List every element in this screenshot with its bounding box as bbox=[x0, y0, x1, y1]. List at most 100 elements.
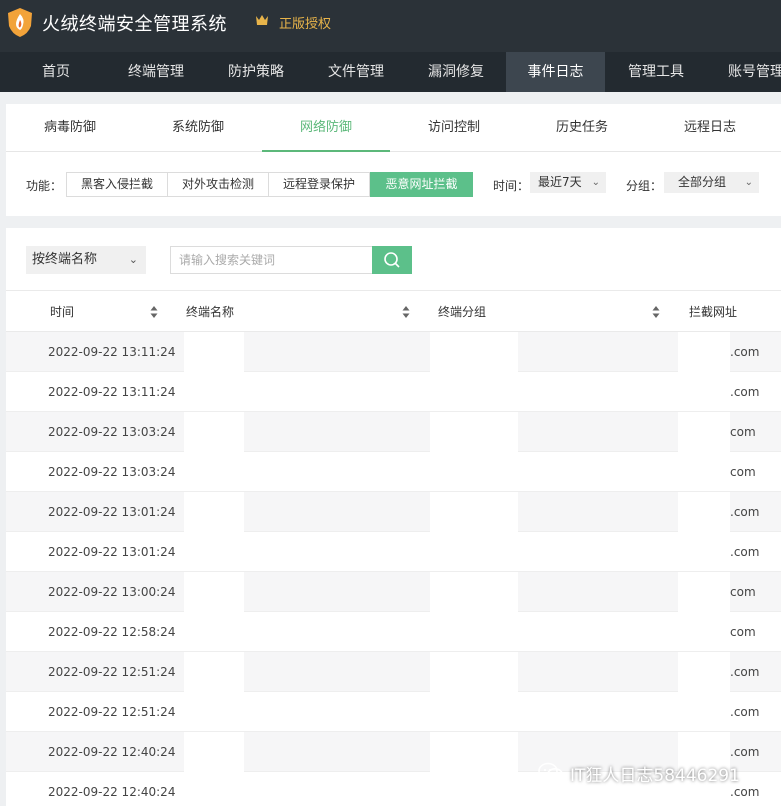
cell-time: 2022-09-22 12:58:24 bbox=[48, 625, 176, 639]
table-row[interactable]: 2022-09-22 13:00:24 com bbox=[6, 572, 781, 612]
redacted-block bbox=[184, 332, 244, 372]
cell-time: 2022-09-22 13:11:24 bbox=[48, 345, 176, 359]
filter-malicious-url-button[interactable]: 恶意网址拦截 bbox=[370, 172, 473, 197]
nav-item-file-management[interactable]: 文件管理 bbox=[312, 52, 400, 92]
crown-icon bbox=[256, 15, 268, 25]
cell-time: 2022-09-22 12:51:24 bbox=[48, 665, 176, 679]
cell-url[interactable]: .com bbox=[730, 692, 759, 732]
app-title: 火绒终端安全管理系统 bbox=[42, 14, 227, 35]
flame-shield-icon bbox=[8, 8, 32, 37]
nav-item-vulnerability-repair[interactable]: 漏洞修复 bbox=[412, 52, 500, 92]
redacted-block bbox=[430, 412, 518, 452]
tab-remote-log[interactable]: 远程日志 bbox=[646, 104, 774, 152]
redacted-block bbox=[184, 412, 244, 452]
tab-access-control[interactable]: 访问控制 bbox=[390, 104, 518, 152]
table-row[interactable]: 2022-09-22 13:11:24 .com bbox=[6, 332, 781, 372]
search-scope-select[interactable]: 按终端名称 ⌄ bbox=[26, 246, 146, 274]
filter-remote-login-button[interactable]: 远程登录保护 bbox=[268, 172, 370, 197]
wechat-icon bbox=[538, 762, 564, 782]
table-row[interactable]: 2022-09-22 12:58:24 com bbox=[6, 612, 781, 652]
group-select[interactable]: 全部分组 ⌄ bbox=[664, 172, 759, 193]
cell-time: 2022-09-22 12:40:24 bbox=[48, 745, 176, 759]
group-label: 分组： bbox=[626, 179, 663, 193]
main-nav: 首页 终端管理 防护策略 文件管理 漏洞修复 事件日志 管理工具 账号管理 bbox=[0, 52, 781, 92]
redacted-block bbox=[430, 572, 518, 612]
log-table-panel: 按终端名称 ⌄ 时间 终端名称 终端分组 拦截网址 2022-09-22 13:… bbox=[6, 228, 781, 806]
search-input[interactable] bbox=[170, 246, 373, 274]
tab-history-tasks[interactable]: 历史任务 bbox=[518, 104, 646, 152]
cell-url[interactable]: .com bbox=[730, 492, 759, 532]
redacted-block bbox=[678, 492, 730, 532]
cell-url[interactable]: com bbox=[730, 612, 756, 652]
time-range-select[interactable]: 最近7天 ⌄ bbox=[530, 172, 606, 193]
cell-time: 2022-09-22 13:00:24 bbox=[48, 585, 176, 599]
cell-url[interactable]: .com bbox=[730, 652, 759, 692]
license-badge[interactable]: 正版授权 bbox=[279, 13, 331, 32]
filter-hacker-intrusion-button[interactable]: 黑客入侵拦截 bbox=[66, 172, 168, 197]
table-row[interactable]: 2022-09-22 13:01:24 .com bbox=[6, 492, 781, 532]
sort-icon[interactable] bbox=[402, 305, 410, 319]
cell-time: 2022-09-22 13:11:24 bbox=[48, 385, 176, 399]
cell-time: 2022-09-22 13:01:24 bbox=[48, 505, 176, 519]
cell-url[interactable]: .com bbox=[730, 332, 759, 372]
search-button[interactable] bbox=[372, 246, 412, 274]
redacted-block bbox=[678, 412, 730, 452]
cell-time: 2022-09-22 13:03:24 bbox=[48, 465, 176, 479]
tab-system-defense[interactable]: 系统防御 bbox=[134, 104, 262, 152]
redacted-block bbox=[430, 332, 518, 372]
table-row[interactable]: 2022-09-22 13:03:24 com bbox=[6, 452, 781, 492]
column-header-time[interactable]: 时间 bbox=[50, 291, 74, 333]
redacted-block bbox=[184, 492, 244, 532]
table-row[interactable]: 2022-09-22 12:51:24 .com bbox=[6, 692, 781, 732]
redacted-block bbox=[430, 652, 518, 692]
time-label: 时间： bbox=[493, 179, 530, 193]
redacted-block bbox=[430, 492, 518, 532]
nav-item-event-log[interactable]: 事件日志 bbox=[506, 52, 605, 92]
cell-url[interactable]: .com bbox=[730, 372, 759, 412]
column-header-terminal-name[interactable]: 终端名称 bbox=[186, 291, 234, 333]
nav-item-protection-policy[interactable]: 防护策略 bbox=[212, 52, 300, 92]
redacted-block bbox=[678, 652, 730, 692]
redacted-block bbox=[184, 732, 244, 772]
nav-item-account-management[interactable]: 账号管理 bbox=[712, 52, 781, 92]
column-header-blocked-url[interactable]: 拦截网址 bbox=[689, 291, 737, 333]
cell-url[interactable]: com bbox=[730, 572, 756, 612]
time-range-value: 最近7天 bbox=[538, 175, 582, 189]
table-body: 2022-09-22 13:11:24 .com 2022-09-22 13:11… bbox=[6, 332, 781, 806]
group-value: 全部分组 bbox=[678, 175, 727, 189]
redacted-block bbox=[678, 332, 730, 372]
cell-url[interactable]: com bbox=[730, 412, 756, 452]
search-icon bbox=[384, 252, 400, 268]
nav-item-management-tools[interactable]: 管理工具 bbox=[612, 52, 700, 92]
table-row[interactable]: 2022-09-22 12:51:24 .com bbox=[6, 652, 781, 692]
column-header-terminal-group[interactable]: 终端分组 bbox=[438, 291, 486, 333]
table-row[interactable]: 2022-09-22 13:01:24 .com bbox=[6, 532, 781, 572]
function-label: 功能： bbox=[26, 179, 63, 193]
redacted-block bbox=[184, 572, 244, 612]
cell-time: 2022-09-22 13:01:24 bbox=[48, 545, 176, 559]
nav-item-home[interactable]: 首页 bbox=[0, 52, 112, 92]
cell-url[interactable]: com bbox=[730, 452, 756, 492]
cell-time: 2022-09-22 13:03:24 bbox=[48, 425, 176, 439]
filter-outbound-attack-button[interactable]: 对外攻击检测 bbox=[167, 172, 269, 197]
cell-time: 2022-09-22 12:51:24 bbox=[48, 705, 176, 719]
redacted-block bbox=[430, 732, 518, 772]
table-row[interactable]: 2022-09-22 13:03:24 com bbox=[6, 412, 781, 452]
nav-item-terminal-management[interactable]: 终端管理 bbox=[112, 52, 200, 92]
redacted-block bbox=[184, 652, 244, 692]
chevron-down-icon: ⌄ bbox=[128, 253, 138, 266]
redacted-block bbox=[678, 572, 730, 612]
log-type-panel: 病毒防御 系统防御 网络防御 访问控制 历史任务 远程日志 功能： 黑客入侵拦截… bbox=[6, 104, 781, 216]
chevron-down-icon: ⌄ bbox=[744, 177, 753, 188]
subtab-bar: 病毒防御 系统防御 网络防御 访问控制 历史任务 远程日志 bbox=[6, 104, 781, 152]
cell-time: 2022-09-22 12:40:24 bbox=[48, 785, 176, 799]
table-row[interactable]: 2022-09-22 13:11:24 .com bbox=[6, 372, 781, 412]
watermark: IT狂人日志58446291 bbox=[538, 760, 740, 786]
sort-icon[interactable] bbox=[150, 305, 158, 319]
tab-network-defense[interactable]: 网络防御 bbox=[262, 104, 390, 152]
sort-icon[interactable] bbox=[652, 305, 660, 319]
tab-virus-defense[interactable]: 病毒防御 bbox=[6, 104, 134, 152]
watermark-text: IT狂人日志58446291 bbox=[570, 765, 740, 786]
cell-url[interactable]: .com bbox=[730, 532, 759, 572]
table-header: 时间 终端名称 终端分组 拦截网址 bbox=[6, 290, 781, 332]
